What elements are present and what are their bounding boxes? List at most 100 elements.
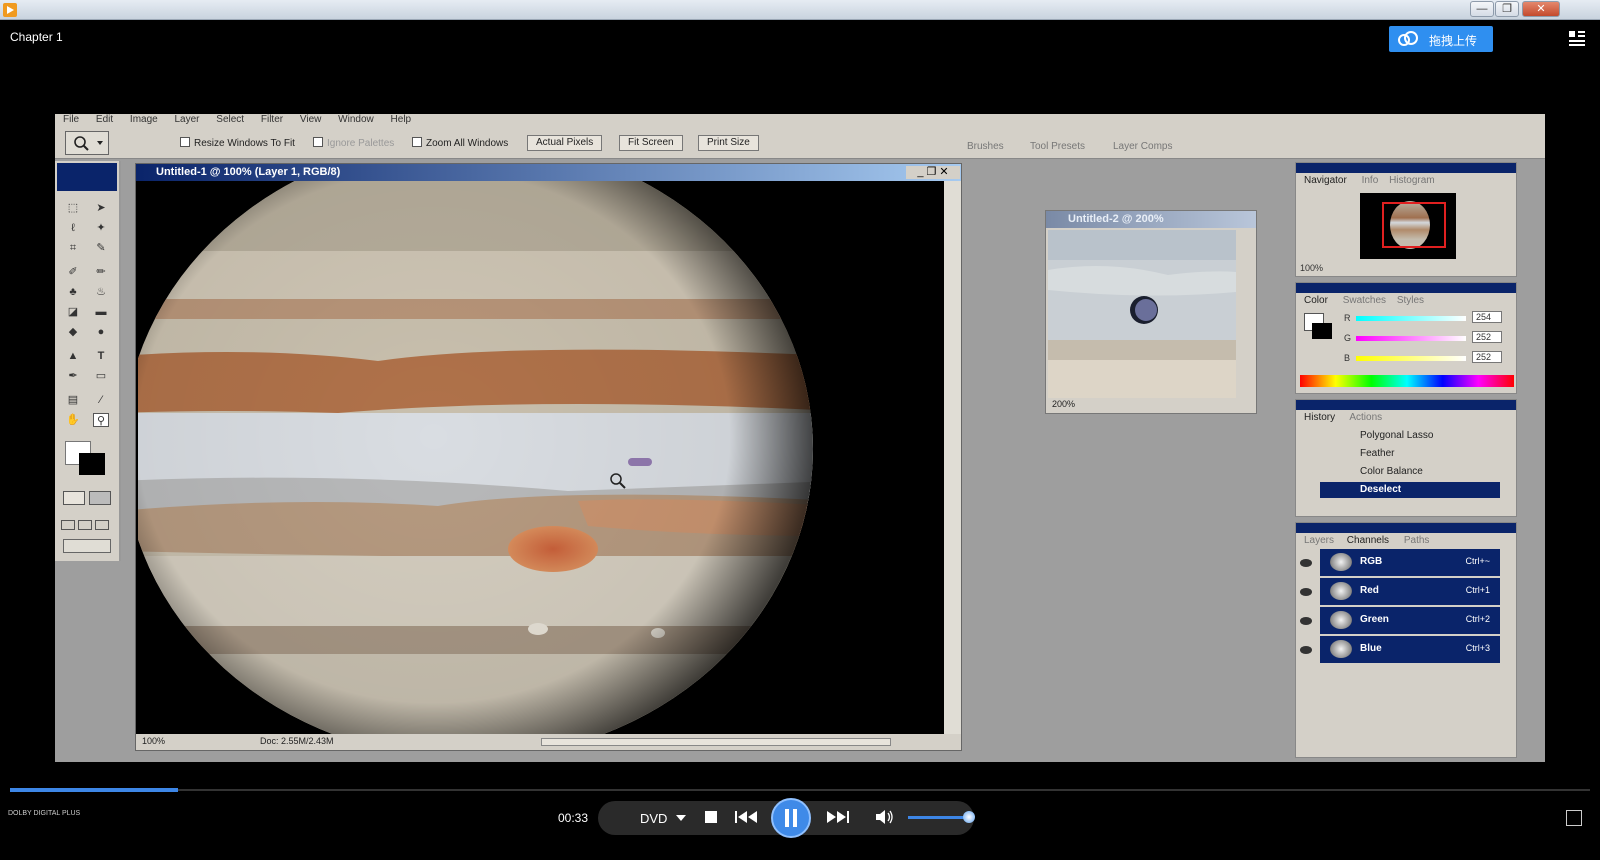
- color-b-value: 252: [1472, 351, 1502, 363]
- volume-level[interactable]: [908, 816, 970, 819]
- video-frame[interactable]: File Edit Image Layer Select Filter View…: [55, 114, 1545, 762]
- ps-doc1-title: Untitled-1 @ 100% (Layer 1, RGB/8): [136, 164, 961, 181]
- current-time: 00:33: [558, 811, 589, 825]
- dodge-tool-icon: ●: [97, 326, 105, 338]
- ps-doc-horizontal-scrollbar: [541, 738, 891, 746]
- tab-channels: Channels: [1346, 535, 1390, 546]
- background-color-swatch: [79, 453, 105, 475]
- color-r-slider: [1356, 316, 1466, 321]
- history-item: Polygonal Lasso: [1360, 430, 1434, 441]
- ps-menu-view: View: [299, 114, 322, 125]
- ps-menu-layer: Layer: [174, 114, 200, 125]
- ps-palette-header: [1296, 283, 1516, 293]
- slice-tool-icon: ✎: [96, 242, 106, 254]
- ps-menu-window: Window: [338, 114, 374, 125]
- next-icon[interactable]: [826, 810, 850, 824]
- pause-button[interactable]: [771, 798, 811, 838]
- ps-well-brushes: Brushes: [967, 141, 1004, 152]
- minimize-button[interactable]: —: [1470, 1, 1494, 17]
- ps-menubar: File Edit Image Layer Select Filter View…: [55, 114, 1545, 127]
- magic-wand-icon: ✦: [96, 222, 106, 234]
- zoom-tool-icon: ⚲: [93, 413, 109, 427]
- ps-history-palette: History Actions Polygonal Lasso Feather …: [1295, 399, 1517, 517]
- color-r-value: 254: [1472, 311, 1502, 323]
- ps-zoom-tool-preset: [65, 131, 109, 155]
- tab-info: Info: [1361, 175, 1379, 186]
- tab-styles: Styles: [1396, 295, 1425, 306]
- tab-histogram: Histogram: [1389, 175, 1435, 186]
- ps-color-palette: Color Swatches Styles R G B 254 252 252: [1295, 282, 1517, 394]
- jupiter-image: [138, 181, 944, 734]
- tab-paths: Paths: [1403, 535, 1430, 546]
- ps-palette-header: [1296, 523, 1516, 533]
- clone-stamp-icon: ♣: [69, 286, 77, 298]
- ps-well-layer-comps: Layer Comps: [1113, 141, 1173, 152]
- color-r-label: R: [1344, 313, 1351, 323]
- ps-print-size-button: Print Size: [698, 135, 759, 151]
- previous-icon[interactable]: [734, 810, 758, 824]
- shape-tool-icon: ▭: [95, 370, 107, 382]
- ps-doc1-size: Doc: 2.55M/2.43M: [260, 736, 334, 746]
- ps-color-tabs: Color Swatches Styles: [1296, 293, 1516, 307]
- stop-icon[interactable]: [705, 811, 717, 823]
- jump-to-imageready-icon: [63, 539, 111, 553]
- ps-well-tool-presets: Tool Presets: [1030, 141, 1086, 152]
- ps-menu-help: Help: [390, 114, 412, 125]
- history-brush-icon: ♨: [96, 286, 106, 298]
- pen-tool-icon: ✒: [68, 370, 78, 382]
- ps-navigator-palette: Navigator Info Histogram 100%: [1295, 162, 1517, 277]
- ps-document-window-2: Untitled-2 @ 200% 200%: [1045, 210, 1257, 414]
- lasso-tool-icon: ℓ: [71, 222, 75, 234]
- ps-doc-vertical-scrollbar: [944, 181, 961, 734]
- tab-history: History: [1304, 412, 1336, 423]
- close-button[interactable]: ✕: [1522, 1, 1560, 17]
- cloud-upload-icon: [1398, 31, 1418, 46]
- ps-menu-select: Select: [216, 114, 245, 125]
- channel-row: Blue Ctrl+3: [1320, 636, 1500, 663]
- ps-magnifier-icon: [74, 136, 103, 151]
- color-g-label: G: [1344, 333, 1352, 343]
- eraser-tool-icon: ◪: [67, 306, 79, 318]
- ps-options-bar: Resize Windows To Fit Ignore Palettes Zo…: [55, 127, 1545, 159]
- window-titlebar: — ❐ ✕: [0, 0, 1600, 20]
- tab-navigator: Navigator: [1304, 175, 1347, 186]
- volume-knob[interactable]: [963, 811, 975, 823]
- color-g-value: 252: [1472, 331, 1502, 343]
- channel-row: Green Ctrl+2: [1320, 607, 1500, 634]
- volume-icon[interactable]: [876, 810, 894, 824]
- screen-mode-icons: [61, 517, 115, 530]
- type-tool-icon: T: [97, 350, 105, 362]
- seek-bar-progress[interactable]: [10, 788, 178, 792]
- moon-shadow: [628, 458, 652, 466]
- seek-bar[interactable]: [10, 789, 1590, 791]
- navigator-thumbnail: [1360, 193, 1456, 259]
- player-app-icon: [3, 3, 17, 17]
- blur-tool-icon: ◆: [68, 326, 78, 338]
- chevron-down-icon[interactable]: [676, 815, 686, 821]
- brush-tool-icon: ✏: [96, 266, 106, 278]
- fullscreen-icon[interactable]: [1566, 810, 1582, 826]
- notes-tool-icon: ▤: [67, 394, 79, 406]
- ps-palette-header: [1296, 163, 1516, 173]
- ps-menu-edit: Edit: [95, 114, 114, 125]
- layout-toggle-icon[interactable]: [1568, 30, 1586, 46]
- upload-button[interactable]: 拖拽上传: [1389, 26, 1493, 52]
- restore-button[interactable]: ❐: [1495, 1, 1519, 17]
- navigator-zoom: 100%: [1300, 263, 1324, 273]
- color-spectrum-bar: [1300, 375, 1514, 387]
- move-tool-icon: ➤: [96, 202, 106, 214]
- history-item-selected: Deselect: [1320, 482, 1500, 498]
- ps-menu-filter: Filter: [260, 114, 284, 125]
- ps-actual-pixels-button: Actual Pixels: [527, 135, 603, 151]
- crop-tool-icon: ⌗: [69, 242, 77, 254]
- source-selector[interactable]: DVD: [640, 811, 667, 826]
- ps-channels-palette: Layers Channels Paths RGB Ctrl+~ Red Ctrl+…: [1295, 522, 1517, 758]
- ps-ignore-palettes-checkbox: Ignore Palettes: [313, 137, 394, 149]
- path-select-icon: ▲: [67, 350, 79, 362]
- hand-tool-icon: ✋: [66, 414, 80, 426]
- eyedropper-icon: ⁄: [100, 394, 102, 406]
- history-item: Color Balance: [1360, 466, 1423, 477]
- moon-closeup-image: [1048, 230, 1236, 398]
- ps-document-window: Untitled-1 @ 100% (Layer 1, RGB/8) _ ❐ ✕: [135, 163, 962, 751]
- marquee-tool-icon: ⬚: [67, 202, 79, 214]
